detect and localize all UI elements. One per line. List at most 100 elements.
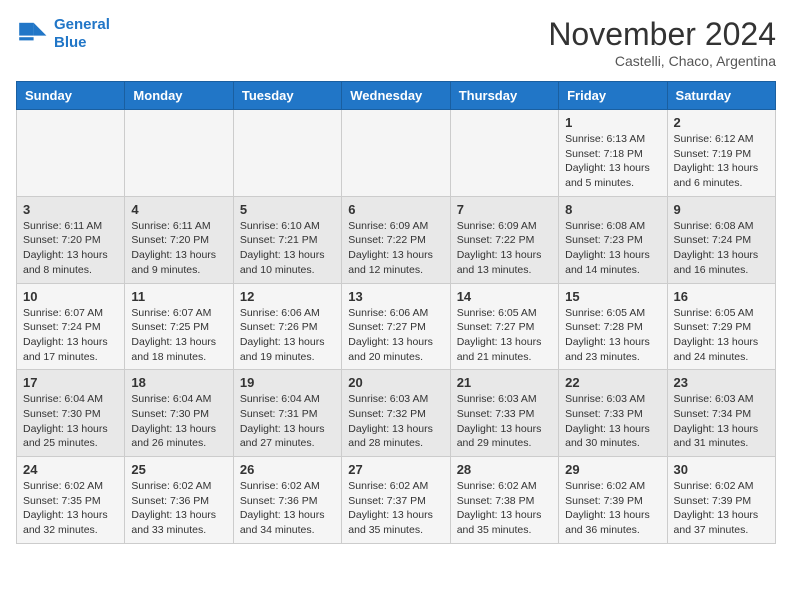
day-info: Sunrise: 6:05 AM Sunset: 7:27 PM Dayligh… [457, 306, 552, 365]
calendar-cell [450, 110, 558, 197]
day-info: Sunrise: 6:04 AM Sunset: 7:31 PM Dayligh… [240, 392, 335, 451]
day-number: 20 [348, 375, 443, 390]
day-info: Sunrise: 6:02 AM Sunset: 7:39 PM Dayligh… [565, 479, 660, 538]
calendar-cell: 5 Sunrise: 6:10 AM Sunset: 7:21 PM Daylig… [233, 196, 341, 283]
calendar-cell [342, 110, 450, 197]
calendar-cell: 16 Sunrise: 6:05 AM Sunset: 7:29 PM Dayli… [667, 283, 775, 370]
day-number: 28 [457, 462, 552, 477]
calendar-cell: 15Sunrise: 6:05 AM Sunset: 7:28 PM Dayli… [559, 283, 667, 370]
day-number: 7 [457, 202, 552, 217]
calendar-cell: 4Sunrise: 6:11 AM Sunset: 7:20 PM Daylig… [125, 196, 233, 283]
calendar-cell: 28 Sunrise: 6:02 AM Sunset: 7:38 PM Dayli… [450, 457, 558, 544]
day-info: Sunrise: 6:06 AM Sunset: 7:26 PM Dayligh… [240, 306, 335, 365]
day-info: Sunrise: 6:05 AM Sunset: 7:29 PM Dayligh… [674, 306, 769, 365]
day-number: 3 [23, 202, 118, 217]
day-info: Sunrise: 6:02 AM Sunset: 7:36 PM Dayligh… [131, 479, 226, 538]
day-info: Sunrise: 6:08 AM Sunset: 7:23 PM Dayligh… [565, 219, 660, 278]
week-row-4: 17Sunrise: 6:04 AM Sunset: 7:30 PM Dayli… [17, 370, 776, 457]
calendar-cell: 22 Sunrise: 6:03 AM Sunset: 7:33 PM Dayli… [559, 370, 667, 457]
calendar-cell: 13 Sunrise: 6:06 AM Sunset: 7:27 PM Dayli… [342, 283, 450, 370]
day-number: 2 [674, 115, 769, 130]
week-row-1: 1 Sunrise: 6:13 AM Sunset: 7:18 PM Daylig… [17, 110, 776, 197]
day-number: 19 [240, 375, 335, 390]
logo: General Blue [16, 16, 110, 52]
day-info: Sunrise: 6:12 AM Sunset: 7:19 PM Dayligh… [674, 132, 769, 191]
day-number: 21 [457, 375, 552, 390]
day-number: 11 [131, 289, 226, 304]
day-info: Sunrise: 6:09 AM Sunset: 7:22 PM Dayligh… [348, 219, 443, 278]
week-row-5: 24Sunrise: 6:02 AM Sunset: 7:35 PM Dayli… [17, 457, 776, 544]
calendar-cell: 6 Sunrise: 6:09 AM Sunset: 7:22 PM Daylig… [342, 196, 450, 283]
weekday-header-monday: Monday [125, 82, 233, 110]
day-info: Sunrise: 6:04 AM Sunset: 7:30 PM Dayligh… [23, 392, 118, 451]
day-info: Sunrise: 6:10 AM Sunset: 7:21 PM Dayligh… [240, 219, 335, 278]
weekday-row: SundayMondayTuesdayWednesdayThursdayFrid… [17, 82, 776, 110]
calendar-cell [233, 110, 341, 197]
day-info: Sunrise: 6:05 AM Sunset: 7:28 PM Dayligh… [565, 306, 660, 365]
week-row-3: 10Sunrise: 6:07 AM Sunset: 7:24 PM Dayli… [17, 283, 776, 370]
weekday-header-friday: Friday [559, 82, 667, 110]
calendar-cell: 3 Sunrise: 6:11 AM Sunset: 7:20 PM Daylig… [17, 196, 125, 283]
calendar-cell: 26 Sunrise: 6:02 AM Sunset: 7:36 PM Dayli… [233, 457, 341, 544]
calendar-cell: 1 Sunrise: 6:13 AM Sunset: 7:18 PM Daylig… [559, 110, 667, 197]
weekday-header-saturday: Saturday [667, 82, 775, 110]
calendar-cell: 18 Sunrise: 6:04 AM Sunset: 7:30 PM Dayli… [125, 370, 233, 457]
day-info: Sunrise: 6:11 AM Sunset: 7:20 PM Dayligh… [23, 219, 118, 278]
calendar-cell [17, 110, 125, 197]
day-number: 18 [131, 375, 226, 390]
day-number: 26 [240, 462, 335, 477]
day-info: Sunrise: 6:09 AM Sunset: 7:22 PM Dayligh… [457, 219, 552, 278]
day-number: 22 [565, 375, 660, 390]
day-number: 30 [674, 462, 769, 477]
location: Castelli, Chaco, Argentina [548, 53, 776, 69]
day-number: 16 [674, 289, 769, 304]
calendar-cell: 21 Sunrise: 6:03 AM Sunset: 7:33 PM Dayli… [450, 370, 558, 457]
day-number: 10 [23, 289, 118, 304]
day-number: 23 [674, 375, 769, 390]
day-number: 6 [348, 202, 443, 217]
day-number: 29 [565, 462, 660, 477]
day-number: 9 [674, 202, 769, 217]
day-info: Sunrise: 6:03 AM Sunset: 7:32 PM Dayligh… [348, 392, 443, 451]
day-info: Sunrise: 6:07 AM Sunset: 7:25 PM Dayligh… [131, 306, 226, 365]
day-info: Sunrise: 6:02 AM Sunset: 7:35 PM Dayligh… [23, 479, 118, 538]
weekday-header-tuesday: Tuesday [233, 82, 341, 110]
weekday-header-sunday: Sunday [17, 82, 125, 110]
calendar-cell: 20 Sunrise: 6:03 AM Sunset: 7:32 PM Dayli… [342, 370, 450, 457]
day-info: Sunrise: 6:02 AM Sunset: 7:38 PM Dayligh… [457, 479, 552, 538]
weekday-header-thursday: Thursday [450, 82, 558, 110]
calendar-cell: 23 Sunrise: 6:03 AM Sunset: 7:34 PM Dayli… [667, 370, 775, 457]
calendar-cell: 27Sunrise: 6:02 AM Sunset: 7:37 PM Dayli… [342, 457, 450, 544]
day-info: Sunrise: 6:03 AM Sunset: 7:34 PM Dayligh… [674, 392, 769, 451]
logo-text: General Blue [54, 16, 110, 52]
day-number: 1 [565, 115, 660, 130]
logo-line1: General [54, 16, 110, 33]
day-info: Sunrise: 6:13 AM Sunset: 7:18 PM Dayligh… [565, 132, 660, 191]
calendar-cell: 12 Sunrise: 6:06 AM Sunset: 7:26 PM Dayli… [233, 283, 341, 370]
calendar-cell: 2 Sunrise: 6:12 AM Sunset: 7:19 PM Daylig… [667, 110, 775, 197]
calendar-cell [125, 110, 233, 197]
calendar-cell: 19 Sunrise: 6:04 AM Sunset: 7:31 PM Dayli… [233, 370, 341, 457]
day-info: Sunrise: 6:03 AM Sunset: 7:33 PM Dayligh… [565, 392, 660, 451]
logo-line2: Blue [54, 34, 87, 51]
day-info: Sunrise: 6:03 AM Sunset: 7:33 PM Dayligh… [457, 392, 552, 451]
calendar-cell: 11 Sunrise: 6:07 AM Sunset: 7:25 PM Dayli… [125, 283, 233, 370]
calendar-cell: 24Sunrise: 6:02 AM Sunset: 7:35 PM Dayli… [17, 457, 125, 544]
day-info: Sunrise: 6:02 AM Sunset: 7:37 PM Dayligh… [348, 479, 443, 538]
day-number: 12 [240, 289, 335, 304]
day-info: Sunrise: 6:04 AM Sunset: 7:30 PM Dayligh… [131, 392, 226, 451]
day-info: Sunrise: 6:06 AM Sunset: 7:27 PM Dayligh… [348, 306, 443, 365]
calendar-body: 1 Sunrise: 6:13 AM Sunset: 7:18 PM Daylig… [17, 110, 776, 544]
calendar: SundayMondayTuesdayWednesdayThursdayFrid… [16, 81, 776, 544]
day-info: Sunrise: 6:02 AM Sunset: 7:36 PM Dayligh… [240, 479, 335, 538]
calendar-cell: 8Sunrise: 6:08 AM Sunset: 7:23 PM Daylig… [559, 196, 667, 283]
day-info: Sunrise: 6:02 AM Sunset: 7:39 PM Dayligh… [674, 479, 769, 538]
calendar-cell: 10Sunrise: 6:07 AM Sunset: 7:24 PM Dayli… [17, 283, 125, 370]
calendar-cell: 7 Sunrise: 6:09 AM Sunset: 7:22 PM Daylig… [450, 196, 558, 283]
day-number: 5 [240, 202, 335, 217]
day-number: 13 [348, 289, 443, 304]
month-year: November 2024 [548, 16, 776, 53]
calendar-cell: 29 Sunrise: 6:02 AM Sunset: 7:39 PM Dayli… [559, 457, 667, 544]
day-number: 25 [131, 462, 226, 477]
calendar-cell: 9Sunrise: 6:08 AM Sunset: 7:24 PM Daylig… [667, 196, 775, 283]
